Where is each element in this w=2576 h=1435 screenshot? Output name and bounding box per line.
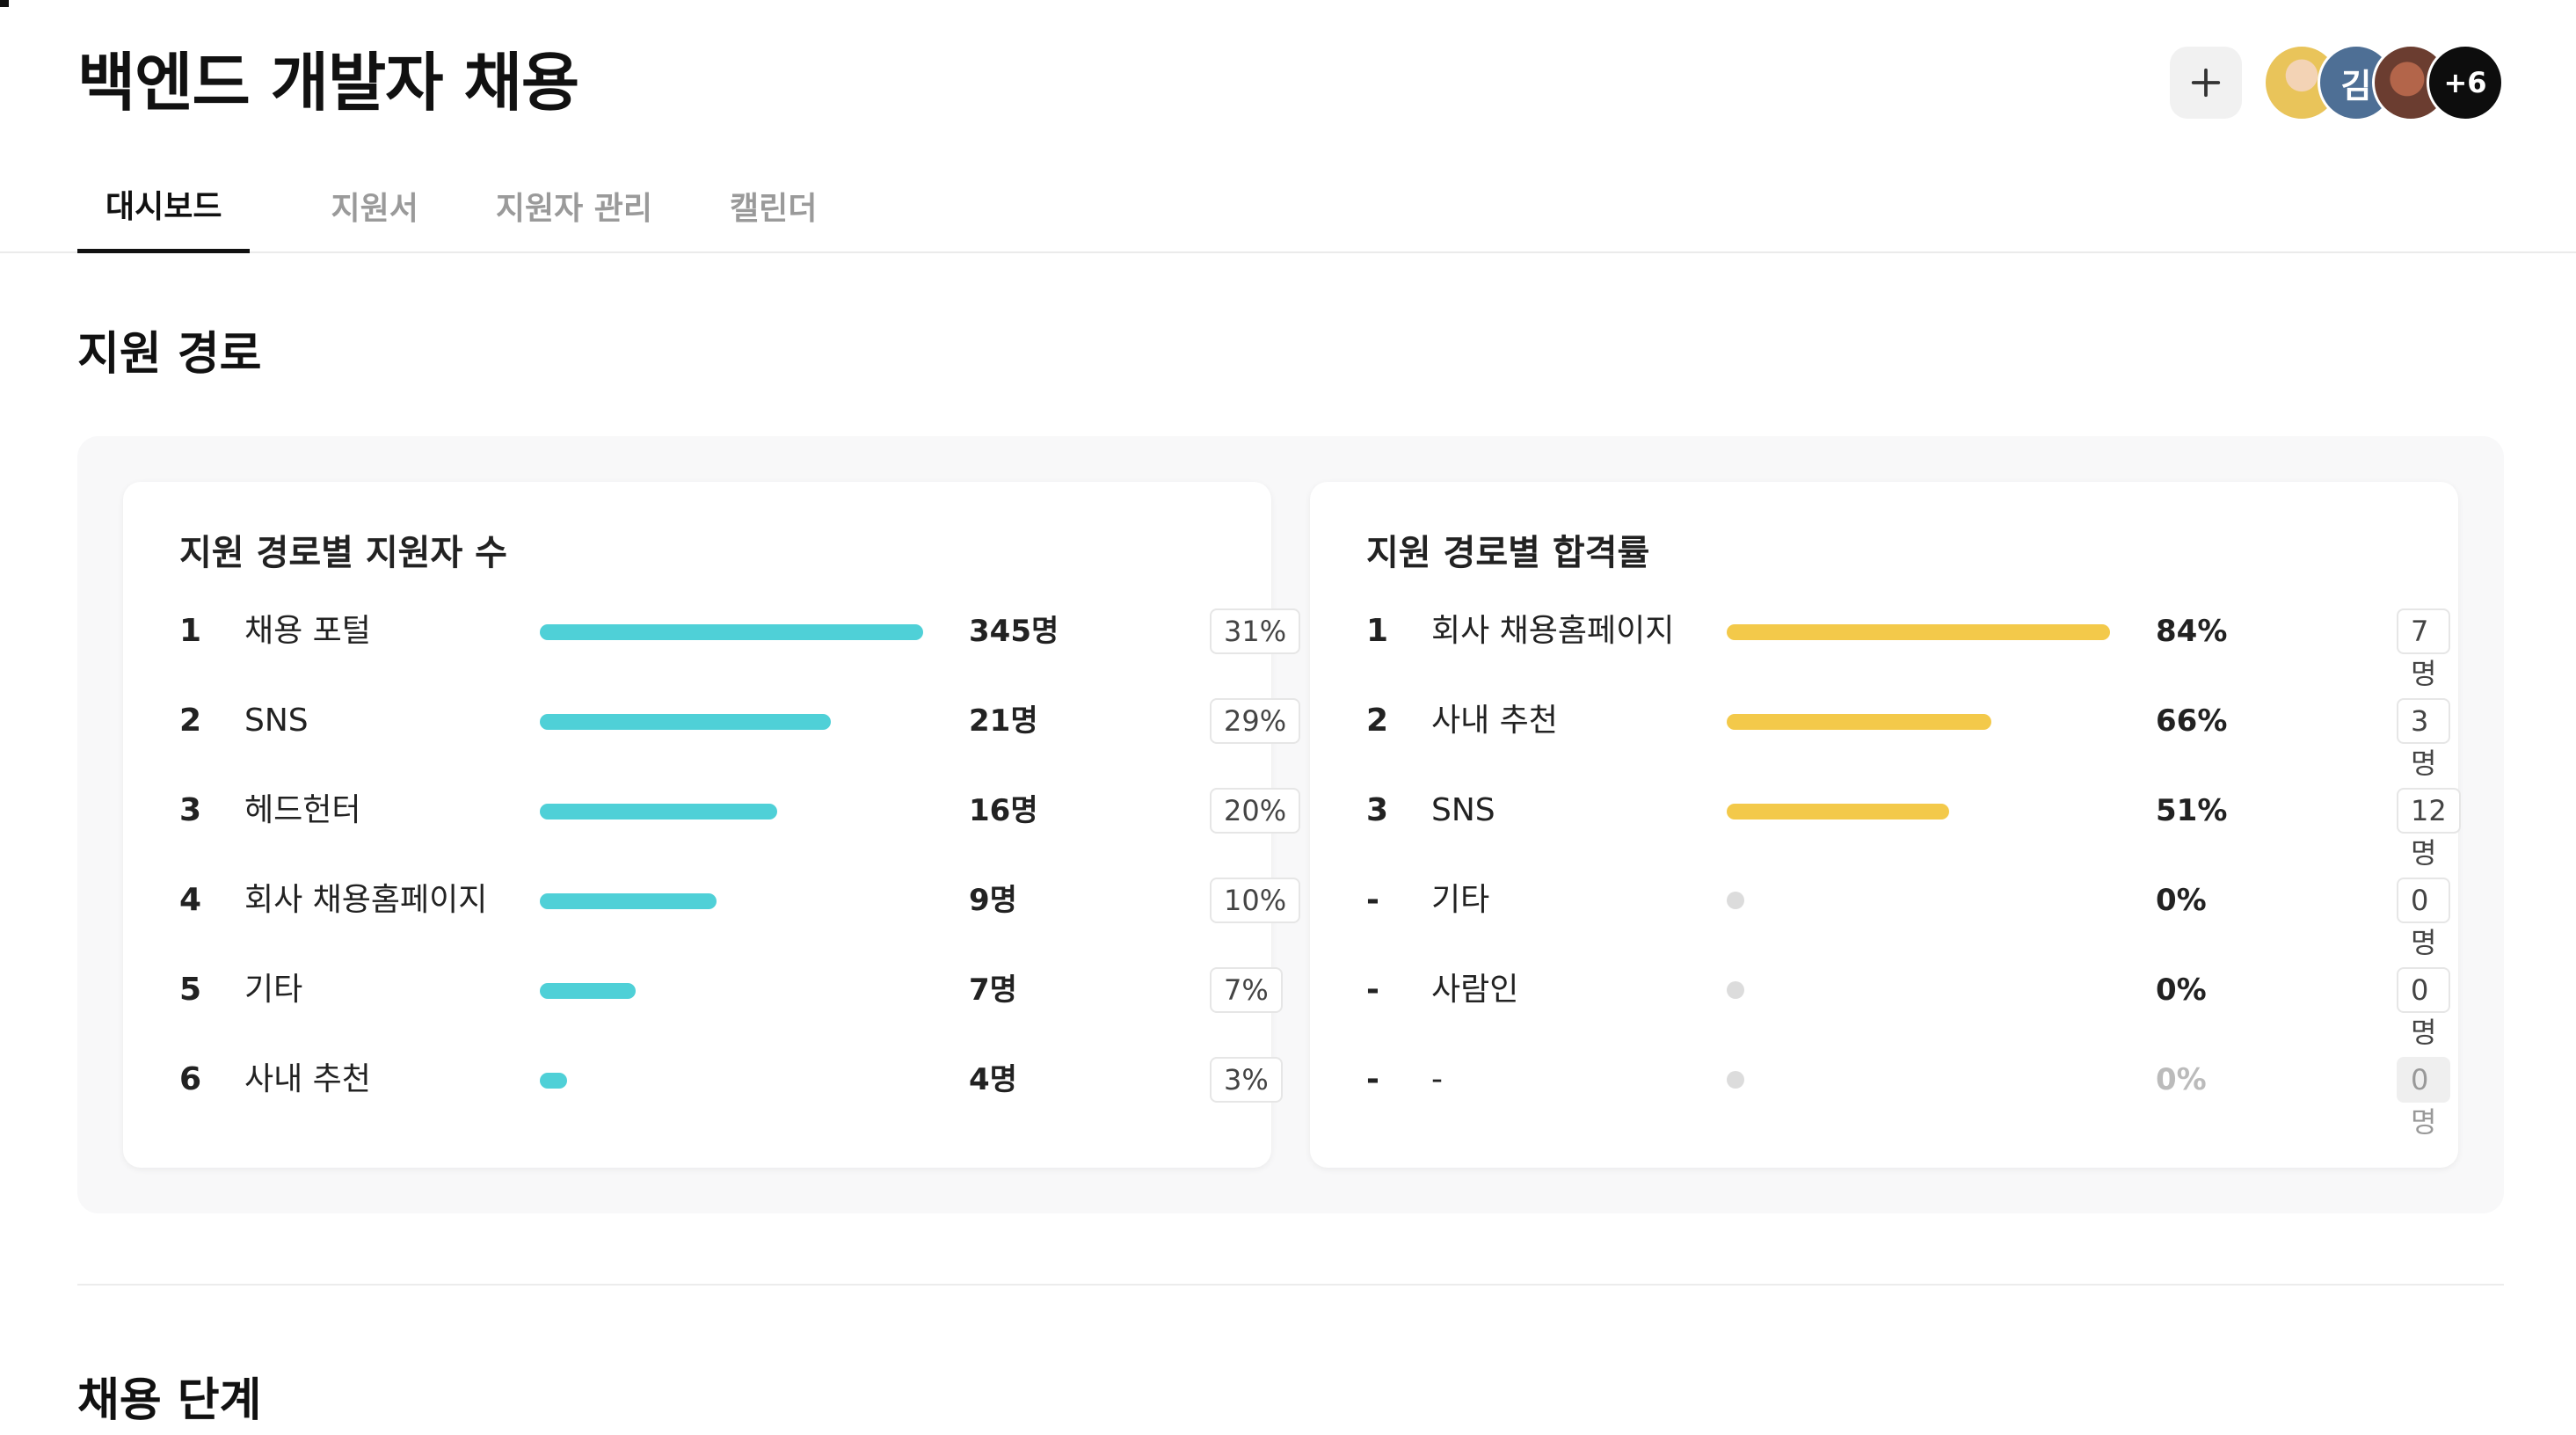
row-label: 사내 추천 bbox=[1431, 703, 1558, 739]
section-title-source: 지원 경로 bbox=[77, 328, 262, 381]
section-title-stages: 채용 단계 bbox=[77, 1374, 262, 1427]
row-chip: 3% bbox=[1210, 1057, 1283, 1103]
row-label: 헤드헌터 bbox=[244, 792, 361, 828]
row-chip: 7명 bbox=[2397, 608, 2451, 690]
top-header: 백엔드 개발자 채용 김 +6 대시보드 지원서 지원자 관리 캘린더 bbox=[0, 0, 2576, 253]
row-rank: 2 bbox=[179, 703, 202, 739]
ranked-row: 6 사내 추천 4명 3% bbox=[179, 1053, 1283, 1106]
ranked-row: - 기타 0% 0명 bbox=[1366, 874, 2451, 959]
row-rank: 3 bbox=[1366, 792, 1389, 828]
row-chip: 0명 bbox=[2397, 1057, 2451, 1139]
ranked-row: - - 0% 0명 bbox=[1366, 1053, 2451, 1139]
plus-icon bbox=[2191, 68, 2221, 98]
row-chip: 31% bbox=[1210, 608, 1301, 654]
row-chip: 7% bbox=[1210, 967, 1283, 1013]
row-bar bbox=[540, 624, 923, 640]
row-chip: 3명 bbox=[2397, 698, 2451, 780]
applicants-by-source-card: 지원 경로별 지원자 수 1 채용 포털 345명 31% 2 SNS 21명 29% 3 헤드헌… bbox=[123, 482, 1301, 1168]
row-label: 채용 포털 bbox=[244, 613, 371, 649]
row-bar bbox=[540, 714, 831, 730]
ranked-row: 3 SNS 51% 12명 bbox=[1366, 784, 2461, 870]
row-chip: 0명 bbox=[2397, 878, 2451, 959]
ranked-row: 4 회사 채용홈페이지 9명 10% bbox=[179, 874, 1301, 927]
row-value: 7명 bbox=[969, 972, 1017, 1008]
row-empty-dot bbox=[1727, 1071, 1744, 1089]
row-empty-dot bbox=[1727, 981, 1744, 999]
tab-bar: 대시보드 지원서 지원자 관리 캘린더 bbox=[77, 158, 894, 253]
row-rank: 4 bbox=[179, 882, 202, 918]
ranked-row: 5 기타 7명 7% bbox=[179, 964, 1283, 1016]
row-chip: 12명 bbox=[2397, 788, 2461, 870]
page-title: 백엔드 개발자 채용 bbox=[77, 46, 579, 120]
ranked-row: 2 사내 추천 66% 3명 bbox=[1366, 695, 2451, 780]
row-rank: 3 bbox=[179, 792, 202, 828]
member-avatars[interactable]: 김 +6 bbox=[2263, 44, 2504, 121]
source-panel: 지원 경로별 지원자 수 1 채용 포털 345명 31% 2 SNS 21명 29% 3 헤드헌… bbox=[77, 436, 2504, 1213]
row-label: 기타 bbox=[244, 972, 303, 1008]
row-rank: - bbox=[1366, 1061, 1379, 1097]
row-rank: 5 bbox=[179, 972, 202, 1008]
tab-dashboard[interactable]: 대시보드 bbox=[77, 158, 251, 253]
row-chip: 0명 bbox=[2397, 967, 2451, 1049]
row-value: 9명 bbox=[969, 883, 1017, 918]
row-chip: 20% bbox=[1210, 788, 1301, 834]
row-chip: 29% bbox=[1210, 698, 1301, 744]
row-value: 4명 bbox=[969, 1062, 1017, 1097]
row-bar bbox=[540, 804, 777, 819]
pass-rate-by-source-card: 지원 경로별 합격률 1 회사 채용홈페이지 84% 7명 2 사내 추천 66% 3명 3 SN… bbox=[1310, 482, 2461, 1168]
section-divider bbox=[77, 1284, 2504, 1286]
tab-applications[interactable]: 지원서 bbox=[331, 158, 418, 253]
tab-calendar[interactable]: 캘린더 bbox=[730, 158, 817, 253]
row-value: 0% bbox=[2156, 883, 2207, 918]
row-bar bbox=[540, 1073, 567, 1089]
ranked-row: - 사람인 0% 0명 bbox=[1366, 964, 2451, 1049]
more-members-badge[interactable]: +6 bbox=[2427, 44, 2504, 121]
card-title: 지원 경로별 지원자 수 bbox=[179, 533, 507, 573]
card-title: 지원 경로별 합격률 bbox=[1366, 533, 1650, 573]
row-rank: - bbox=[1366, 972, 1379, 1008]
row-value: 0% bbox=[2156, 1062, 2207, 1097]
add-member-button[interactable] bbox=[2170, 47, 2242, 119]
row-value: 345명 bbox=[969, 614, 1059, 649]
row-value: 66% bbox=[2156, 703, 2228, 739]
row-rank: 1 bbox=[179, 613, 202, 649]
ranked-row: 1 회사 채용홈페이지 84% 7명 bbox=[1366, 605, 2451, 690]
row-value: 84% bbox=[2156, 614, 2228, 649]
row-label: 회사 채용홈페이지 bbox=[244, 882, 488, 918]
avatar-initial: 김 bbox=[2340, 66, 2372, 106]
row-label: SNS bbox=[1431, 792, 1495, 828]
row-bar bbox=[540, 983, 636, 999]
row-value: 21명 bbox=[969, 703, 1038, 739]
header-actions: 김 +6 bbox=[2170, 44, 2504, 121]
tab-applicant-management[interactable]: 지원자 관리 bbox=[496, 158, 652, 253]
row-label: 사내 추천 bbox=[244, 1061, 371, 1097]
row-label: SNS bbox=[244, 703, 309, 739]
row-label: - bbox=[1431, 1061, 1443, 1097]
row-rank: - bbox=[1366, 882, 1379, 918]
row-rank: 6 bbox=[179, 1061, 202, 1097]
row-value: 51% bbox=[2156, 793, 2228, 828]
row-bar bbox=[540, 893, 717, 909]
row-label: 사람인 bbox=[1431, 972, 1519, 1008]
row-empty-dot bbox=[1727, 892, 1744, 909]
row-label: 회사 채용홈페이지 bbox=[1431, 613, 1675, 649]
row-bar bbox=[1727, 804, 1949, 819]
row-bar bbox=[1727, 714, 1991, 730]
ranked-row: 3 헤드헌터 16명 20% bbox=[179, 784, 1301, 837]
ranked-row: 1 채용 포털 345명 31% bbox=[179, 605, 1301, 658]
ranked-row: 2 SNS 21명 29% bbox=[179, 695, 1301, 747]
row-value: 16명 bbox=[969, 793, 1038, 828]
row-rank: 2 bbox=[1366, 703, 1389, 739]
row-label: 기타 bbox=[1431, 882, 1490, 918]
row-bar bbox=[1727, 624, 2110, 640]
row-rank: 1 bbox=[1366, 613, 1389, 649]
row-chip: 10% bbox=[1210, 878, 1301, 923]
more-members-count: +6 bbox=[2443, 66, 2487, 99]
row-value: 0% bbox=[2156, 972, 2207, 1008]
